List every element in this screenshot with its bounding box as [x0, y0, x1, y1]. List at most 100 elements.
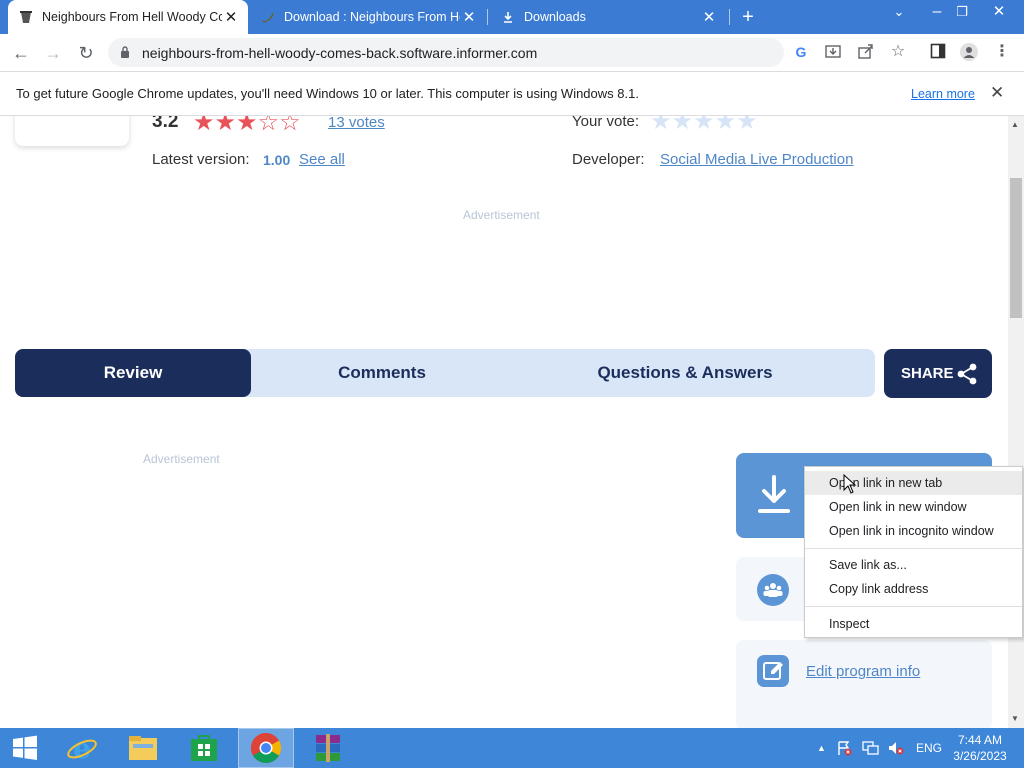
browser-toolbar: ← → ↻ neighbours-from-hell-woody-comes-b…	[0, 34, 1024, 71]
tab-title: Downloads	[524, 10, 586, 24]
share-icon	[957, 363, 977, 385]
internet-explorer-app[interactable]: e	[54, 728, 110, 768]
star-empty-icon: ☆	[257, 116, 280, 136]
share-label: SHARE	[901, 365, 954, 382]
start-button[interactable]	[0, 728, 50, 768]
menu-kebab-icon[interactable]: ⋮	[993, 43, 1011, 61]
your-vote-label: Your vote:	[572, 116, 639, 130]
menu-copy-link-address[interactable]: Copy link address	[805, 577, 1022, 601]
download-arrow-icon	[758, 475, 790, 513]
rating-stars: ★★★☆☆	[193, 116, 301, 137]
tab-separator	[487, 9, 488, 25]
taskbar-clock[interactable]: 7:44 AM 3/26/2023	[950, 732, 1010, 764]
edit-pencil-icon	[757, 655, 789, 687]
browser-tab-strip: Neighbours From Hell Woody Comes Back ✕ …	[0, 0, 1024, 34]
install-app-icon[interactable]	[824, 43, 842, 61]
close-window-button[interactable]: ✕	[982, 0, 1016, 28]
winrar-app[interactable]	[300, 728, 356, 768]
menu-open-link-new-tab[interactable]: Open link in new tab	[805, 471, 1022, 495]
tab-download-page[interactable]: Download : Neighbours From Hell Woody Co…	[250, 0, 486, 34]
new-tab-button[interactable]: +	[736, 4, 760, 30]
latest-version-value: 1.00	[263, 152, 291, 168]
volume-muted-icon[interactable]	[887, 728, 905, 768]
lock-icon	[120, 45, 130, 58]
vote-stars[interactable]: ★★★★★	[650, 116, 758, 136]
tab-title: Download : Neighbours From Hell Woody Co…	[284, 10, 460, 24]
menu-separator	[805, 606, 1022, 607]
star-full-icon: ★	[193, 116, 215, 136]
star-full-icon: ★	[236, 116, 258, 136]
download-icon	[500, 9, 516, 25]
rating-value: 3.2	[152, 116, 179, 132]
side-panel-icon[interactable]	[929, 43, 947, 61]
star-full-icon: ★	[214, 116, 237, 136]
menu-separator	[805, 548, 1022, 549]
tab-search-chevron-icon[interactable]: ⌄	[882, 0, 916, 28]
clock-time: 7:44 AM	[957, 733, 1003, 747]
scrollbar-thumb[interactable]	[1010, 178, 1022, 318]
network-icon[interactable]	[862, 728, 880, 768]
tab-comments[interactable]: Comments	[265, 349, 499, 397]
windows-store-app[interactable]	[176, 728, 232, 768]
menu-inspect[interactable]: Inspect	[805, 612, 1022, 636]
content-tabs: Review Comments Questions & Answers	[15, 349, 875, 397]
winrar-icon	[316, 734, 340, 762]
site-favicon-icon	[18, 9, 34, 25]
bookmark-star-icon[interactable]: ☆	[889, 43, 907, 61]
share-page-icon[interactable]	[857, 43, 875, 61]
scroll-up-arrow-icon[interactable]: ▲	[1011, 120, 1019, 129]
close-infobar-icon[interactable]: ✕	[990, 83, 1004, 103]
language-indicator[interactable]: ENG	[916, 728, 942, 768]
see-all-link[interactable]: See all	[299, 151, 345, 168]
menu-open-link-new-window[interactable]: Open link in new window	[805, 495, 1022, 519]
votes-link[interactable]: 13 votes	[328, 116, 385, 131]
action-center-flag-icon[interactable]	[836, 728, 852, 768]
chrome-icon	[250, 733, 282, 764]
tab-review[interactable]: Review	[15, 349, 251, 397]
close-tab-icon[interactable]: ✕	[222, 8, 240, 26]
windows-taskbar: e ▲ ENG 7:44 AM 3/26/2023	[0, 728, 1024, 768]
google-icon[interactable]: G	[792, 43, 810, 61]
banana-favicon-icon	[260, 9, 276, 25]
address-bar[interactable]: neighbours-from-hell-woody-comes-back.so…	[108, 38, 784, 67]
forward-button[interactable]: →	[40, 40, 66, 66]
advertisement-label: Advertisement	[143, 452, 220, 466]
tab-downloads[interactable]: Downloads ✕	[490, 0, 726, 34]
show-hidden-icons-icon[interactable]: ▲	[817, 728, 826, 768]
url-text: neighbours-from-hell-woody-comes-back.so…	[142, 45, 538, 61]
tab-questions-answers[interactable]: Questions & Answers	[555, 349, 815, 397]
chrome-app[interactable]	[238, 728, 294, 768]
menu-save-link-as[interactable]: Save link as...	[805, 553, 1022, 577]
developer-label: Developer:	[572, 151, 645, 168]
program-icon-card	[15, 116, 129, 146]
file-explorer-app[interactable]	[115, 728, 171, 768]
edit-program-info-link[interactable]: Edit program info	[806, 663, 920, 680]
folder-icon	[129, 736, 157, 760]
reload-button[interactable]: ↻	[73, 40, 99, 66]
mouse-cursor-icon	[843, 474, 857, 494]
context-menu: Open link in new tab Open link in new wi…	[804, 466, 1023, 638]
learn-more-link[interactable]: Learn more	[911, 87, 975, 101]
tab-neighbours-from-hell[interactable]: Neighbours From Hell Woody Comes Back ✕	[8, 0, 248, 34]
restore-button[interactable]: ❐	[945, 0, 979, 28]
windows-logo-icon	[13, 735, 37, 760]
store-icon	[191, 735, 217, 761]
menu-open-link-incognito[interactable]: Open link in incognito window	[805, 519, 1022, 543]
star-empty-icon: ☆	[279, 116, 301, 136]
update-infobar: To get future Google Chrome updates, you…	[0, 71, 1024, 116]
svg-text:e: e	[73, 732, 91, 764]
latest-version-label: Latest version:	[152, 151, 250, 168]
developer-link[interactable]: Social Media Live Production	[660, 151, 853, 168]
internet-explorer-icon: e	[67, 732, 97, 764]
infobar-message: To get future Google Chrome updates, you…	[16, 86, 639, 101]
profile-avatar-icon[interactable]	[960, 43, 978, 61]
scroll-down-arrow-icon[interactable]: ▼	[1011, 714, 1019, 723]
tab-title: Neighbours From Hell Woody Comes Back	[42, 10, 222, 24]
close-tab-icon[interactable]: ✕	[460, 8, 478, 26]
close-tab-icon[interactable]: ✕	[700, 8, 718, 26]
edit-info-card	[736, 640, 992, 728]
share-button[interactable]: SHARE	[884, 349, 992, 398]
advertisement-label: Advertisement	[463, 208, 540, 222]
tab-separator	[729, 9, 730, 25]
back-button[interactable]: ←	[8, 40, 34, 66]
